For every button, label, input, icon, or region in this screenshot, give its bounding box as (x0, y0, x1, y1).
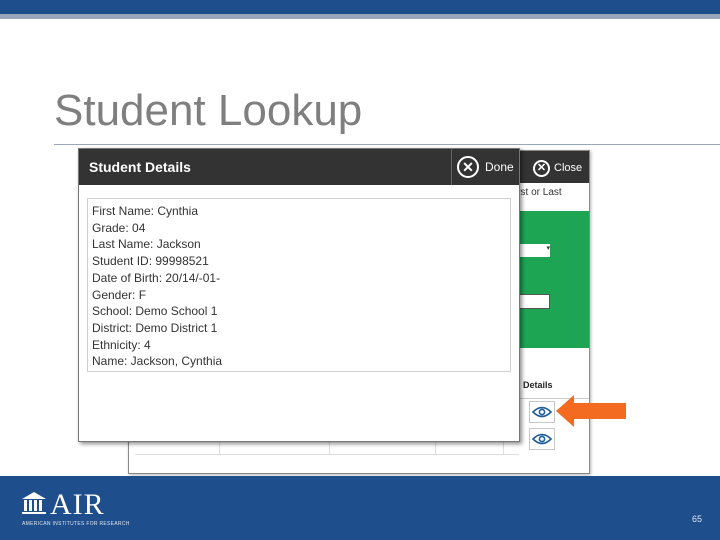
eye-icon (532, 433, 552, 445)
student-details-list: First Name: Cynthia Grade: 04 Last Name:… (92, 203, 222, 370)
search-hint-text: irst or Last (515, 187, 562, 198)
detail-student-id: Student ID: 99998521 (92, 254, 209, 269)
logo-text: AIR (50, 488, 105, 521)
close-icon: ✕ (457, 156, 479, 178)
logo-subtext: AMERICAN INSTITUTES FOR RESEARCH (22, 521, 130, 527)
modal-title: Student Details (89, 159, 191, 175)
details-column-header: Details (523, 380, 553, 390)
detail-grade: Grade: 04 (92, 220, 146, 235)
title-divider (54, 144, 720, 145)
detail-gender: Gender: F (92, 287, 147, 302)
search-panel (509, 211, 589, 348)
building-logo-icon (22, 492, 46, 514)
slide-title: Student Lookup (54, 86, 363, 135)
student-details-panel: First Name: Cynthia Grade: 04 Last Name:… (87, 198, 511, 372)
search-dropdown[interactable]: ▾ (517, 244, 550, 257)
detail-date-of-birth: Date of Birth: 20/14/-01- (92, 270, 221, 285)
student-details-modal: Student Details ✕ Done First Name: Cynth… (78, 148, 520, 442)
detail-district: District: Demo District 1 (92, 320, 218, 335)
done-button-label: Done (485, 160, 514, 174)
top-bar-accent-line (0, 14, 720, 19)
view-details-button[interactable] (529, 401, 555, 423)
detail-ethnicity: Ethnicity: 4 (92, 337, 151, 352)
close-button-label: Close (554, 162, 583, 174)
arrow-pointer-icon (556, 395, 626, 427)
search-input[interactable] (517, 294, 550, 309)
close-icon: ✕ (533, 159, 550, 177)
header-separator (451, 149, 452, 185)
detail-school: School: Demo School 1 (92, 304, 218, 319)
top-bar (0, 0, 720, 14)
eye-icon (532, 406, 552, 418)
page-number: 65 (691, 514, 702, 524)
modal-header: Student Details ✕ Done (79, 149, 519, 185)
detail-name: Name: Jackson, Cynthia (92, 354, 223, 369)
detail-last-name: Last Name: Jackson (92, 237, 201, 252)
close-button[interactable]: ✕ Close (533, 155, 585, 181)
view-details-button[interactable] (529, 428, 555, 450)
detail-first-name: First Name: Cynthia (92, 204, 199, 218)
footer-bar: AIR AMERICAN INSTITUTES FOR RESEARCH 65 (0, 476, 720, 540)
done-button[interactable]: ✕ Done (457, 155, 517, 179)
